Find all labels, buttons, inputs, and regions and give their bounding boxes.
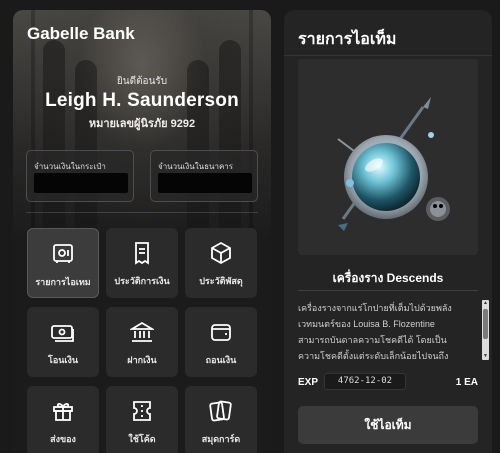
bank-balance-value (158, 173, 252, 193)
panel-title: รายการไอเท็ม (298, 31, 397, 48)
use-item-button[interactable]: ใช้ไอเท็ม (298, 406, 478, 444)
item-quantity: 1 EA (455, 377, 478, 388)
menu-label: ฝากเงิน (127, 355, 157, 365)
item-name: เครื่องราง Descends (332, 271, 444, 285)
receipt-icon (128, 239, 156, 267)
menu-item-list[interactable]: รายการไอเทม (27, 228, 99, 298)
menu-label: ถอนเงิน (205, 355, 237, 365)
scroll-up-icon[interactable]: ▲ (483, 301, 488, 306)
gift-icon (49, 397, 77, 425)
exp-date: 4762-12-02 (324, 373, 406, 390)
menu-item-finance-history[interactable]: ประวัติการเงิน (106, 228, 178, 298)
menu-label: ประวัติการเงิน (114, 276, 170, 286)
item-image (298, 59, 478, 255)
amulet-icon (337, 97, 450, 231)
banknote-icon (49, 318, 77, 346)
divider (284, 55, 492, 56)
bank-balance-card: จำนวนเงินในธนาคาร (150, 150, 258, 202)
menu-label: ส่งของ (50, 434, 76, 444)
menu-item-parcel-history[interactable]: ประวัติพัสดุ (185, 228, 257, 298)
menu-item-card-book[interactable]: สมุดการ์ด (185, 386, 257, 453)
menu-label: โอนเงิน (47, 355, 78, 365)
menu-item-deposit[interactable]: ฝากเงิน (106, 307, 178, 377)
bank-name: Gabelle Bank (27, 24, 135, 43)
divider (298, 290, 478, 291)
wallet-balance-card: จำนวนเงินในกระเป๋า (26, 150, 134, 202)
bank-icon (128, 318, 156, 346)
account-number: หมายเลขผู้นิรภัย 9292 (88, 118, 196, 130)
exp-label: EXP (298, 377, 319, 388)
wallet-balance-value (34, 173, 128, 193)
menu-label: ประวัติพัสดุ (199, 276, 243, 286)
safe-icon (49, 240, 77, 268)
item-detail-panel: รายการไอเท็ม เครื่องราง Descends เครื่อง… (284, 10, 492, 453)
menu-item-transfer[interactable]: โอนเงิน (27, 307, 99, 377)
wallet-icon (207, 318, 235, 346)
bank-panel: Gabelle Bank ยินดีต้อนรับ Leigh H. Saund… (13, 10, 271, 453)
menu-label: รายการไอเทม (35, 277, 91, 287)
ticket-icon (128, 397, 156, 425)
scroll-down-icon[interactable]: ▼ (483, 354, 488, 359)
item-description: เครื่องรางจากแร่โกปายที่เต็มไปด้วยพลังเว… (298, 303, 452, 361)
package-icon (207, 239, 235, 267)
cards-icon (207, 397, 235, 425)
menu-label: สมุดการ์ด (201, 434, 241, 444)
menu-label: ใช้โค้ด (128, 434, 156, 444)
menu-item-withdraw[interactable]: ถอนเงิน (185, 307, 257, 377)
scrollbar-thumb[interactable] (483, 309, 488, 339)
divider (26, 212, 258, 213)
wallet-balance-label: จำนวนเงินในกระเป๋า (34, 162, 106, 171)
description-scrollbar[interactable]: ▲ ▼ (482, 300, 489, 360)
bank-balance-label: จำนวนเงินในธนาคาร (158, 162, 234, 171)
menu-item-send-item[interactable]: ส่งของ (27, 386, 99, 453)
menu-item-redeem-code[interactable]: ใช้โค้ด (106, 386, 178, 453)
welcome-text: ยินดีต้อนรับ (116, 76, 168, 87)
user-name: Leigh H. Saunderson (45, 90, 239, 111)
